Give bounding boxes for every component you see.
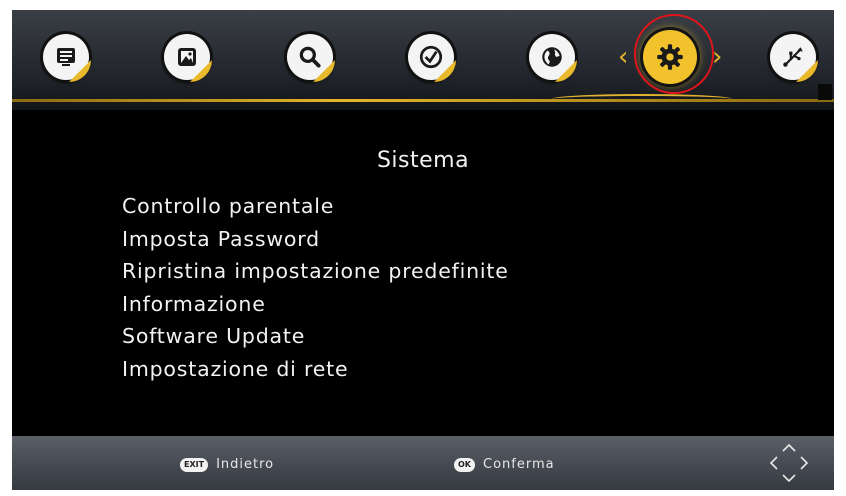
picture-icon[interactable] [164,34,212,82]
menu-item-set-password[interactable]: Imposta Password [122,223,509,256]
ok-key-icon: OK [454,457,475,472]
usb-icon[interactable] [770,34,818,82]
globe-icon[interactable] [529,34,577,82]
confirm-hint[interactable]: OK Conferma [454,457,555,472]
menu-item-factory-reset[interactable]: Ripristina impostazione predefinite [122,255,509,288]
exit-key-icon: EXIT [180,457,209,472]
time-icon[interactable] [408,34,456,82]
system-menu-list: Controllo parentale Imposta Password Rip… [122,190,509,385]
menu-item-network-settings[interactable]: Impostazione di rete [122,353,509,386]
nav-left-arrow-icon: ‹ [618,42,629,72]
page-title: Sistema [376,148,470,173]
confirm-label: Conferma [483,457,555,472]
dpad-arrows-icon [769,443,809,483]
menu-item-parental-control[interactable]: Controllo parentale [122,190,509,223]
footer-bar: EXIT Indietro OK Conferma [12,436,834,490]
menu-item-software-update[interactable]: Software Update [122,320,509,353]
back-hint[interactable]: EXIT Indietro [180,457,274,472]
active-tab-arc [552,94,732,104]
menu-bar: ‹ › [12,10,834,110]
program-guide-icon[interactable] [43,34,91,82]
menu-item-information[interactable]: Informazione [122,288,509,321]
tv-screen: ‹ › Sistema Controllo parentale Imposta … [12,10,834,490]
back-label: Indietro [216,457,275,472]
corner-marker [818,84,832,100]
search-icon[interactable] [287,34,335,82]
